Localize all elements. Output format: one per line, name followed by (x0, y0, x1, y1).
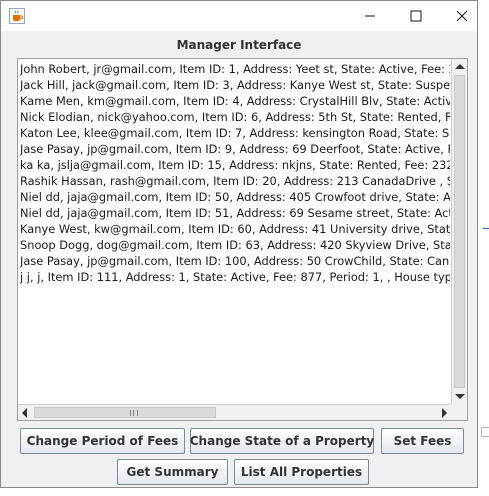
properties-list[interactable]: John Robert, jr@gmail.com, Item ID: 1, A… (17, 58, 468, 421)
list-all-properties-button[interactable]: List All Properties (234, 459, 369, 485)
scroll-up-icon[interactable] (455, 64, 465, 69)
grip-icon (130, 410, 138, 416)
list-item: Jase Pasay, jp@gmail.com, Item ID: 9, Ad… (20, 142, 450, 156)
get-summary-button[interactable]: Get Summary (117, 459, 228, 485)
title-bar[interactable] (1, 1, 477, 31)
set-fees-button[interactable]: Set Fees (381, 428, 464, 454)
list-item: j j, j, Item ID: 111, Address: 1, State:… (20, 270, 450, 284)
background-window-edge (478, 0, 489, 496)
scroll-right-icon[interactable] (442, 408, 447, 418)
scroll-corner (451, 404, 467, 420)
scroll-left-icon[interactable] (22, 408, 27, 418)
minimize-icon (364, 7, 376, 26)
background-accent-mark (483, 228, 489, 229)
list-item: Kame Men, km@gmail.com, Item ID: 4, Addr… (20, 94, 450, 108)
vertical-scrollbar[interactable] (451, 59, 467, 404)
maximize-button[interactable] (393, 1, 439, 31)
list-item: Katon Lee, klee@gmail.com, Item ID: 7, A… (20, 126, 450, 140)
list-item: ka ka, jslja@gmail.com, Item ID: 15, Add… (20, 158, 450, 172)
page-title: Manager Interface (176, 38, 302, 52)
app-window: Manager Interface John Robert, jr@gmail.… (0, 0, 478, 488)
minimize-button[interactable] (347, 1, 393, 31)
horizontal-scrollbar[interactable] (18, 404, 451, 420)
background-control-edge (481, 427, 489, 437)
records-text[interactable]: John Robert, jr@gmail.com, Item ID: 1, A… (20, 61, 450, 404)
list-item: Kanye West, kw@gmail.com, Item ID: 60, A… (20, 222, 450, 236)
list-item: Nick Elodian, nick@yahoo.com, Item ID: 6… (20, 110, 450, 124)
list-item: Snoop Dogg, dog@gmail.com, Item ID: 63, … (20, 238, 450, 252)
java-cup-icon (9, 8, 25, 24)
change-state-button[interactable]: Change State of a Property (190, 428, 374, 454)
scroll-down-icon[interactable] (455, 394, 465, 399)
list-item: Niel dd, jaja@gmail.com, Item ID: 51, Ad… (20, 206, 450, 220)
list-item: Niel dd, jaja@gmail.com, Item ID: 50, Ad… (20, 190, 450, 204)
maximize-icon (410, 7, 422, 26)
change-period-button[interactable]: Change Period of Fees (20, 428, 185, 454)
list-item: Jack Hill, jack@gmail.com, Item ID: 3, A… (20, 78, 450, 92)
list-item: Jase Pasay, jp@gmail.com, Item ID: 100, … (20, 254, 450, 268)
list-item: John Robert, jr@gmail.com, Item ID: 1, A… (20, 62, 450, 76)
vertical-scroll-thumb[interactable] (454, 75, 465, 388)
horizontal-scroll-thumb[interactable] (34, 407, 216, 418)
close-icon (456, 7, 468, 26)
list-item: Rashik Hassan, rash@gmail.com, Item ID: … (20, 174, 450, 188)
